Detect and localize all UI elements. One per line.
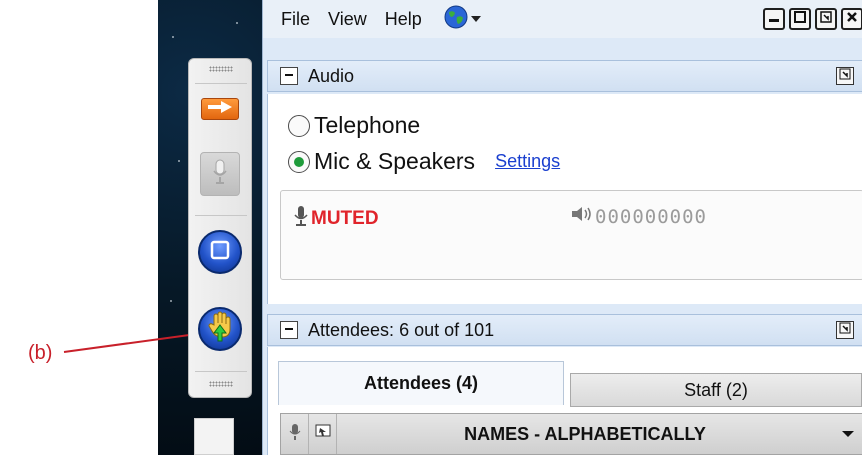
maximize-icon xyxy=(794,10,806,28)
close-icon xyxy=(846,10,858,28)
mic-speakers-option[interactable]: Mic & Speakers Settings xyxy=(288,148,560,175)
mic-speakers-radio[interactable] xyxy=(288,150,310,173)
globe-icon xyxy=(444,5,468,34)
menu-view[interactable]: View xyxy=(328,9,367,30)
language-menu[interactable] xyxy=(444,5,481,34)
screen-column-header[interactable] xyxy=(309,414,337,454)
audio-status-box: MUTED 000000000 xyxy=(280,190,862,280)
divider xyxy=(195,371,247,372)
panel-grip-top[interactable] xyxy=(209,66,233,72)
desktop-file-icon[interactable] xyxy=(194,418,234,455)
raise-hand-button[interactable] xyxy=(197,303,243,355)
audio-section-title: Audio xyxy=(308,65,355,86)
close-button[interactable] xyxy=(841,8,862,30)
mic-column-header[interactable] xyxy=(281,414,309,454)
speaker-icon xyxy=(571,205,593,228)
audio-settings-link[interactable]: Settings xyxy=(495,151,560,172)
control-panel-window: File View Help Audio Telephone Mic & Spe… xyxy=(262,0,862,455)
speaker-level-readout: 000000000 xyxy=(595,205,707,228)
audio-collapse-button[interactable] xyxy=(280,67,298,85)
chevron-down-icon xyxy=(470,10,481,28)
microphone-icon xyxy=(289,423,301,446)
attendees-detach-button[interactable] xyxy=(836,321,854,339)
tab-staff[interactable]: Staff (2) xyxy=(570,373,862,407)
menu-file[interactable]: File xyxy=(281,9,310,30)
sort-dropdown[interactable] xyxy=(833,425,862,443)
microphone-icon xyxy=(293,205,309,232)
tab-attendees[interactable]: Attendees (4) xyxy=(278,361,564,405)
minus-icon xyxy=(284,67,294,85)
divider xyxy=(195,215,247,216)
minus-icon xyxy=(284,321,294,339)
stop-icon xyxy=(210,240,230,265)
popout-icon xyxy=(839,67,851,85)
names-column-header[interactable]: NAMES - ALPHABETICALLY xyxy=(280,413,862,455)
panel-grip-bottom[interactable] xyxy=(209,381,233,387)
audio-section-header: Audio xyxy=(267,60,862,92)
audio-panel-body: Telephone Mic & Speakers Settings MUTED xyxy=(267,94,862,304)
show-control-panel-button[interactable] xyxy=(197,95,243,123)
telephone-label[interactable]: Telephone xyxy=(314,112,420,139)
popout-icon xyxy=(839,321,851,339)
minimize-icon xyxy=(768,10,780,28)
raise-hand-icon xyxy=(206,311,234,348)
menu-help[interactable]: Help xyxy=(385,9,422,30)
mute-status-text: MUTED xyxy=(311,207,379,229)
chevron-down-icon xyxy=(842,425,854,443)
mic-speakers-label[interactable]: Mic & Speakers xyxy=(314,148,475,175)
names-sort-label[interactable]: NAMES - ALPHABETICALLY xyxy=(337,424,833,445)
restore-icon xyxy=(820,10,832,28)
audio-detach-button[interactable] xyxy=(836,67,854,85)
mute-indicator[interactable]: MUTED xyxy=(293,205,379,232)
divider xyxy=(195,83,247,84)
attendees-collapse-button[interactable] xyxy=(280,321,298,339)
minimize-button[interactable] xyxy=(763,8,785,30)
restore-button[interactable] xyxy=(815,8,837,30)
telephone-option[interactable]: Telephone xyxy=(288,112,420,139)
floating-control-panel xyxy=(188,58,252,398)
telephone-radio[interactable] xyxy=(288,114,310,137)
attendees-section-header: Attendees: 6 out of 101 xyxy=(267,314,862,346)
annotation-label: (b) xyxy=(28,342,53,364)
microphone-icon xyxy=(212,159,228,190)
speaker-level-meter: 000000000 xyxy=(571,205,707,228)
attendees-section-title: Attendees: 6 out of 101 xyxy=(308,319,495,340)
stop-screen-share-button[interactable] xyxy=(197,227,243,277)
attendees-panel-body: Attendees (4) Staff (2) NAMES - ALPHABET… xyxy=(267,347,862,455)
screen-share-icon xyxy=(315,424,331,445)
menu-bar: File View Help xyxy=(263,0,862,38)
microphone-button[interactable] xyxy=(197,149,243,199)
arrow-right-icon xyxy=(207,100,233,119)
maximize-button[interactable] xyxy=(789,8,811,30)
